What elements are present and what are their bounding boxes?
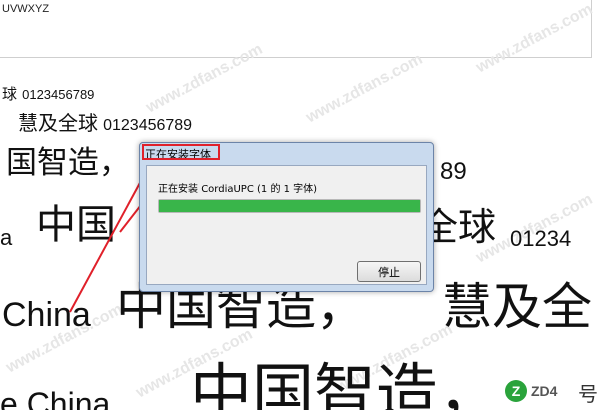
stop-button[interactable]: 停止 xyxy=(357,261,421,282)
install-progress-bar xyxy=(158,199,421,213)
install-font-dialog: 正在安装字体 正在安装 CordiaUPC (1 的 1 字体) 停止 xyxy=(139,142,434,292)
dialog-titlebar[interactable]: 正在安装字体 xyxy=(140,143,433,165)
progress-fill xyxy=(159,200,420,212)
title-highlight-box xyxy=(142,144,220,160)
install-status: 正在安装 CordiaUPC (1 的 1 字体) xyxy=(158,180,317,195)
status-font-name: CordiaUPC xyxy=(201,184,254,195)
site-logo-cjk: 号 xyxy=(578,382,598,406)
status-prefix: 正在安装 xyxy=(158,184,198,195)
dialog-body: 正在安装 CordiaUPC (1 的 1 字体) 停止 xyxy=(146,165,427,285)
status-suffix: (1 的 1 字体) xyxy=(257,184,318,195)
site-logo-text: ZD4 xyxy=(531,383,558,399)
site-logo-icon: Z xyxy=(505,380,527,402)
